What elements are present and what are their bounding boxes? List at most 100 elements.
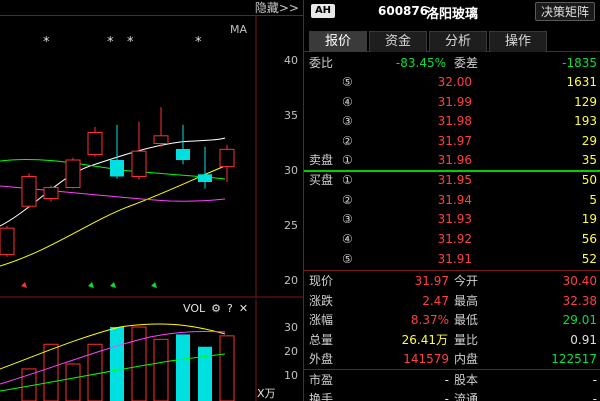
- kline-chart-panel[interactable]: 隐藏>> MA * * * * 40 35 30 25 20 30 20 10: [0, 0, 303, 401]
- level-indicator: ①: [342, 153, 353, 167]
- decision-matrix-button[interactable]: 决策矩阵: [534, 2, 595, 21]
- pct-label: 涨幅: [309, 313, 334, 327]
- ma-label: MA: [230, 23, 247, 36]
- quote-row: 市盈 - 股本 -: [304, 370, 600, 390]
- candle-body: [110, 160, 124, 177]
- buy-signal-arrow-icon: [151, 282, 157, 288]
- outer-volume-label: 外盘: [309, 352, 334, 366]
- inner-volume-label: 内盘: [454, 352, 479, 366]
- candle-body: [219, 148, 235, 168]
- price-value: 31.97: [414, 274, 449, 288]
- order-ratio-value: -83.45%: [395, 56, 446, 70]
- buy-volume: 19: [581, 212, 597, 226]
- tab-operation[interactable]: 操作: [489, 31, 547, 52]
- buy-price: 31.93: [437, 212, 472, 226]
- buy-signal-arrow-icon: [110, 282, 116, 288]
- volume-axis-label: 20: [284, 345, 298, 358]
- sell-volume: 193: [574, 114, 597, 128]
- buy-volume: 56: [581, 232, 597, 246]
- pe-value: -: [444, 373, 449, 387]
- volume-unit-label: X万: [257, 387, 276, 400]
- help-icon[interactable]: ?: [227, 302, 233, 315]
- order-diff-value: -1835: [562, 56, 597, 70]
- candle-body: [21, 176, 37, 207]
- volume-bar: [110, 327, 124, 401]
- candle-body: [198, 174, 212, 182]
- float-value: -: [592, 392, 597, 401]
- low-label: 最低: [454, 313, 479, 327]
- sell-volume: 1631: [566, 75, 597, 89]
- share-capital-label: 股本: [454, 373, 479, 387]
- volume-axis-label: 30: [284, 321, 298, 334]
- sell-level-row[interactable]: ② 31.97 29: [304, 131, 600, 151]
- hide-panel-button[interactable]: 隐藏>>: [255, 0, 299, 16]
- price-axis-label: 30: [284, 164, 298, 177]
- volume-bar: [153, 338, 169, 401]
- tab-analysis[interactable]: 分析: [429, 31, 487, 52]
- sell-level-row[interactable]: ⑤ 32.00 1631: [304, 72, 600, 92]
- buy-level-row[interactable]: ③ 31.93 19: [304, 209, 600, 229]
- gear-icon[interactable]: ⚙: [211, 302, 221, 315]
- price-axis-label: 20: [284, 274, 298, 287]
- sell-price: 31.98: [437, 114, 472, 128]
- buy-side-label: 买盘: [309, 173, 334, 187]
- level-indicator: ⑤: [342, 75, 353, 89]
- buy-level-row[interactable]: ④ 31.92 56: [304, 229, 600, 249]
- pe-label: 市盈: [309, 373, 334, 387]
- outer-volume-value: 141579: [403, 352, 449, 366]
- level-indicator: ①: [342, 173, 353, 187]
- sell-price: 32.00: [437, 75, 472, 89]
- tab-quote[interactable]: 报价: [309, 31, 367, 52]
- sell-price: 31.96: [437, 153, 472, 167]
- share-capital-value: -: [592, 373, 597, 387]
- level-indicator: ⑤: [342, 252, 353, 266]
- buy-level-row[interactable]: 买盘 ① 31.95 50: [304, 170, 600, 190]
- close-icon[interactable]: ✕: [239, 302, 248, 315]
- signal-star-marker: *: [43, 35, 50, 50]
- volume-bar: [219, 335, 235, 401]
- ah-badge[interactable]: AH: [311, 4, 335, 18]
- inner-volume-value: 122517: [551, 352, 597, 366]
- level-indicator: ③: [342, 212, 353, 226]
- quote-row: 涨跌 2.47 最高 32.38: [304, 291, 600, 311]
- buy-volume: 5: [589, 193, 597, 207]
- candle-body: [153, 135, 169, 145]
- chart-top-bar: 隐藏>>: [0, 0, 303, 16]
- buy-price: 31.94: [437, 193, 472, 207]
- price-axis-label: 40: [284, 54, 298, 67]
- buy-price: 31.95: [437, 173, 472, 187]
- sell-side-label: 卖盘: [309, 153, 334, 167]
- stock-name: 洛阳玻璃: [426, 7, 479, 22]
- quote-row: 总量 26.41 万 量比 0.91: [304, 330, 600, 350]
- stock-title-bar: AH 600876 洛阳玻璃 决策矩阵: [304, 0, 600, 24]
- sell-volume: 29: [581, 134, 597, 148]
- sell-volume: 35: [581, 153, 597, 167]
- open-value: 30.40: [562, 274, 597, 288]
- level-indicator: ②: [342, 193, 353, 207]
- candle-body: [131, 150, 147, 177]
- signal-star-marker: *: [127, 35, 134, 50]
- order-ratio-label: 委比: [309, 56, 334, 70]
- volume-ratio-value: 0.91: [570, 333, 597, 347]
- sell-level-row[interactable]: 卖盘 ① 31.96 35: [304, 150, 600, 170]
- candle-body: [87, 132, 103, 155]
- quote-row: 现价 31.97 今开 30.40: [304, 271, 600, 291]
- price-chart[interactable]: MA * * * * 40 35 30 25 20: [0, 16, 303, 298]
- tab-funds[interactable]: 资金: [369, 31, 427, 52]
- pct-value: 8.37%: [410, 313, 449, 327]
- turnover-value: -: [444, 392, 449, 401]
- candlestick-series: [0, 107, 235, 257]
- volume-bar: [198, 346, 212, 401]
- high-label: 最高: [454, 294, 479, 308]
- order-diff-label: 委差: [454, 56, 479, 70]
- sell-level-row[interactable]: ③ 31.98 193: [304, 111, 600, 131]
- stock-code: 600876: [378, 4, 429, 18]
- change-value: 2.47: [422, 294, 449, 308]
- open-label: 今开: [454, 274, 479, 288]
- float-label: 流通: [454, 392, 479, 401]
- candle-body: [43, 187, 59, 199]
- buy-level-row[interactable]: ⑤ 31.91 52: [304, 249, 600, 269]
- sell-level-row[interactable]: ④ 31.99 129: [304, 92, 600, 112]
- buy-level-row[interactable]: ② 31.94 5: [304, 190, 600, 210]
- volume-bar: [43, 343, 59, 401]
